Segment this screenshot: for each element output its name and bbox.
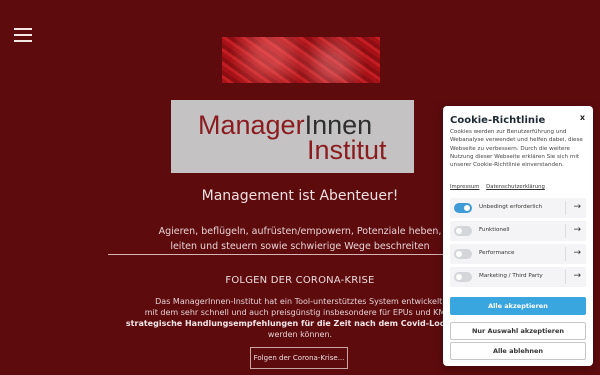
category-label: Funktionell: [479, 227, 510, 233]
section-divider: [108, 254, 492, 255]
toggle-functional[interactable]: [454, 226, 472, 236]
arrow-right-icon[interactable]: →: [573, 224, 581, 236]
cookie-title: Cookie-Richtlinie: [450, 115, 546, 126]
category-separator: [565, 224, 566, 238]
cookie-description: Cookies werden zur Benutzerführung und W…: [450, 129, 583, 169]
category-separator: [565, 247, 566, 261]
category-marketing[interactable]: Marketing / Third Party →: [450, 267, 586, 287]
cookie-consent-panel: Cookie-Richtlinie x Cookies werden zur B…: [443, 106, 593, 366]
category-required[interactable]: Unbedingt erforderlich →: [450, 198, 586, 218]
privacy-link[interactable]: Datenschutzerklärung: [486, 184, 545, 190]
toggle-performance[interactable]: [454, 249, 472, 259]
category-separator: [565, 201, 566, 215]
reject-all-button[interactable]: Alle ablehnen: [450, 342, 586, 360]
arrow-right-icon[interactable]: →: [573, 270, 581, 282]
close-icon[interactable]: x: [580, 113, 585, 122]
section-title: FOLGEN DER CORONA-KRISE: [225, 275, 375, 286]
site-logo[interactable]: ManagerInnen Institut: [171, 100, 414, 173]
accept-all-button[interactable]: Alle akzeptieren: [450, 297, 586, 315]
category-functional[interactable]: Funktionell →: [450, 221, 586, 241]
hero-subline: Agieren, beflügeln, aufrüsten/empowern, …: [158, 226, 442, 252]
logo-line-2: Institut: [307, 135, 387, 165]
toggle-marketing[interactable]: [454, 272, 472, 282]
arrow-right-icon[interactable]: →: [573, 247, 581, 259]
category-performance[interactable]: Performance →: [450, 244, 586, 264]
hero-headline: Management ist Abenteuer!: [201, 188, 399, 204]
corona-crisis-button[interactable]: Folgen der Corona-Krise...: [250, 347, 348, 369]
arrow-right-icon[interactable]: →: [573, 201, 581, 213]
category-label: Unbedingt erforderlich: [479, 204, 543, 210]
category-label: Performance: [479, 250, 515, 256]
section-body-text: Das ManagerInnen-Institut hat ein Tool-u…: [125, 297, 475, 339]
category-separator: [565, 270, 566, 284]
cookie-links: Impressum Datenschutzerklärung: [450, 184, 550, 190]
category-label: Marketing / Third Party: [479, 273, 543, 279]
impressum-link[interactable]: Impressum: [450, 184, 479, 190]
header-banner-image: [222, 37, 380, 83]
toggle-required[interactable]: [454, 203, 472, 213]
hamburger-menu-icon[interactable]: [14, 28, 32, 42]
accept-selection-button[interactable]: Nur Auswahl akzeptieren: [450, 322, 586, 340]
